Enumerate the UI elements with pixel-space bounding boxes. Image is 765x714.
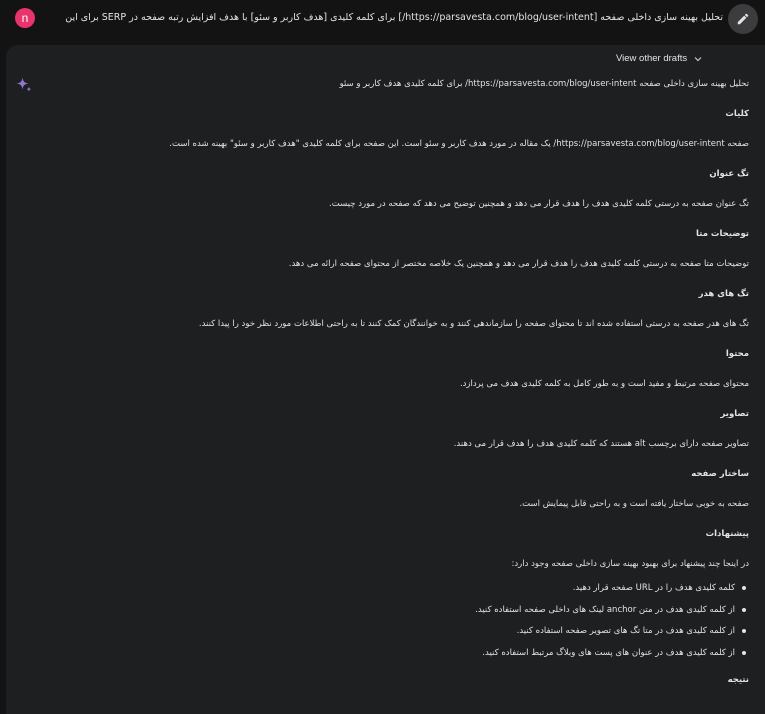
- list-item: کلمه کلیدی هدف را در URL صفحه قرار دهید.: [49, 580, 749, 602]
- response-body: تحلیل بهینه سازی داخلی صفحه https://pars…: [49, 74, 749, 700]
- response-paragraph: توضیحات متا صفحه به درستی کلمه کلیدی هدف…: [288, 259, 749, 269]
- list-item: از کلمه کلیدی هدف در عنوان های پست های و…: [49, 645, 749, 667]
- section-heading: تگ عنوان: [709, 169, 749, 179]
- user-avatar[interactable]: n: [15, 8, 35, 28]
- suggestions-list: کلمه کلیدی هدف را در URL صفحه قرار دهید.…: [49, 580, 749, 666]
- response-paragraph: محتوای صفحه مرتبط و مفید است و به طور کا…: [459, 379, 749, 389]
- section-heading: پیشنهادات: [705, 529, 749, 539]
- edit-prompt-button[interactable]: [728, 4, 758, 34]
- pencil-icon: [737, 13, 749, 25]
- response-paragraph: تگ های هدر صفحه به درستی استفاده شده اند…: [198, 319, 749, 329]
- section-heading: تصاویر: [720, 409, 749, 419]
- response-paragraph: تگ عنوان صفحه به درستی کلمه کلیدی هدف را…: [329, 199, 749, 209]
- section-heading: ساختار صفحه: [691, 469, 749, 479]
- section-heading: تگ های هدر: [698, 289, 749, 299]
- response-paragraph: صفحه https://parsavesta.com/blog/user-in…: [169, 139, 749, 149]
- section-heading: نتیجه: [727, 675, 749, 685]
- section-heading: توضیحات متا: [696, 229, 749, 239]
- section-heading: محتوا: [725, 349, 749, 359]
- section-heading: کلیات: [725, 109, 749, 119]
- list-item: از کلمه کلیدی هدف در متن anchor لینک های…: [49, 602, 749, 624]
- user-prompt-text: تحلیل بهینه سازی داخلی صفحه [https://par…: [63, 12, 723, 23]
- list-item: از کلمه کلیدی هدف در متا تگ های تصویر صف…: [49, 623, 749, 645]
- response-paragraph: صفحه به خوبی ساختار یافته است و به راحتی…: [519, 499, 749, 509]
- response-paragraph: تصاویر صفحه دارای برچسب alt هستند که کلم…: [453, 439, 749, 449]
- prompt-bar: n تحلیل بهینه سازی داخلی صفحه [https://p…: [0, 0, 765, 44]
- response-paragraph: تحلیل بهینه سازی داخلی صفحه https://pars…: [339, 79, 749, 89]
- sparkle-icon: [16, 77, 32, 92]
- view-drafts-label: View other drafts: [616, 53, 688, 64]
- chevron-down-icon: [694, 56, 702, 61]
- view-other-drafts-button[interactable]: View other drafts: [616, 53, 703, 64]
